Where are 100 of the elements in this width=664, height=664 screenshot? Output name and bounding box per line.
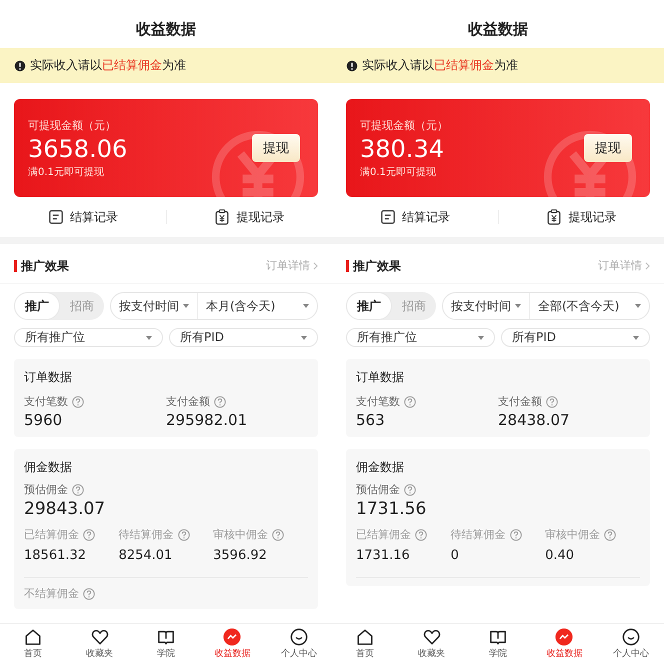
metric-value: 29843.07 (24, 499, 106, 519)
record-link[interactable]: 结算记录 (0, 208, 166, 226)
metric-label: 支付笔数 (24, 394, 68, 409)
help-icon[interactable] (214, 396, 226, 408)
metric-value: 295982.01 (166, 411, 248, 429)
metric-label: 不结算佣金 (24, 586, 79, 601)
book-icon (489, 628, 508, 646)
clipboard-yen-icon (214, 209, 230, 225)
metric-label: 审核中佣金 (545, 527, 600, 542)
help-icon[interactable] (72, 484, 84, 496)
position-dropdown[interactable]: 所有推广位 (346, 328, 495, 347)
metric-label: 待结算佣金 (118, 527, 174, 542)
tab-item[interactable]: 首页 (332, 624, 398, 664)
help-icon[interactable] (415, 528, 427, 540)
position-dropdown[interactable]: 所有推广位 (14, 328, 163, 347)
caret-icon (635, 304, 641, 308)
time-mode-dropdown[interactable]: 按支付时间 (443, 293, 530, 319)
balance-note: 满0.1元即可提现 (28, 166, 105, 178)
document-icon (380, 209, 396, 225)
metric-label: 预估佣金 (356, 482, 400, 497)
help-icon[interactable] (404, 484, 416, 496)
balance-amount: 3658.06 (28, 134, 128, 164)
caret-icon (183, 304, 189, 308)
section-title: 推广效果 (346, 260, 401, 272)
heart-icon (90, 628, 109, 646)
chart-icon (223, 628, 242, 646)
metric-value: 1731.56 (356, 499, 428, 519)
balance-label: 可提现金额（元） (28, 118, 117, 132)
tab-item[interactable]: 首页 (0, 624, 66, 664)
balance-amount: 380.34 (360, 134, 445, 164)
tab-item[interactable]: 个人中心 (266, 624, 332, 664)
tab-item[interactable]: 收藏夹 (66, 624, 133, 664)
caret-icon (301, 336, 307, 340)
caret-icon (303, 304, 309, 308)
segment-tab[interactable]: 推广 (14, 292, 60, 320)
chevron-right-icon (313, 262, 318, 270)
chart-icon (555, 628, 574, 646)
metric-label: 预估佣金 (24, 482, 68, 497)
metric-label: 审核中佣金 (213, 527, 268, 542)
warning-icon (346, 60, 358, 72)
metric-label: 待结算佣金 (450, 527, 506, 542)
page-title: 收益数据 (136, 19, 196, 40)
notice-text: 实际收入请以已结算佣金为准 (30, 57, 186, 74)
metric-value: 0 (450, 548, 460, 563)
tab-item[interactable]: 收益数据 (199, 624, 266, 664)
tab-item[interactable]: 学院 (132, 624, 200, 664)
heart-icon (422, 628, 441, 646)
pid-dropdown[interactable]: 所有PID (501, 328, 650, 347)
tab-item[interactable]: 个人中心 (598, 624, 664, 664)
notice-text: 实际收入请以已结算佣金为准 (362, 57, 518, 74)
tab-item[interactable]: 收益数据 (531, 624, 598, 664)
record-link[interactable]: 提现记录 (498, 208, 664, 226)
help-icon[interactable] (404, 396, 416, 408)
chevron-right-icon (645, 262, 650, 270)
caret-icon (515, 304, 521, 308)
help-icon[interactable] (83, 528, 95, 540)
time-range-dropdown[interactable]: 本月(含今天) (198, 293, 317, 319)
home-icon (24, 628, 42, 646)
time-mode-dropdown[interactable]: 按支付时间 (111, 293, 198, 319)
tab-item[interactable]: 收藏夹 (398, 624, 465, 664)
caret-icon (146, 336, 152, 340)
metric-value: 0.40 (545, 548, 576, 563)
metric-value: 1731.16 (356, 548, 411, 563)
help-icon[interactable] (72, 396, 84, 408)
segment-tab[interactable]: 推广 (346, 292, 392, 320)
record-link[interactable]: 提现记录 (166, 208, 332, 226)
clipboard-yen-icon (546, 209, 562, 225)
balance-label: 可提现金额（元） (360, 118, 448, 132)
help-icon[interactable] (604, 528, 616, 540)
page-title: 收益数据 (468, 19, 528, 40)
metric-value: 28438.07 (498, 411, 571, 429)
card-title: 佣金数据 (24, 459, 73, 476)
record-link[interactable]: 结算记录 (332, 208, 498, 226)
pid-dropdown[interactable]: 所有PID (169, 328, 318, 347)
section-title: 推广效果 (14, 260, 69, 272)
help-icon[interactable] (272, 528, 284, 540)
metric-value: 3596.92 (213, 548, 268, 563)
metric-value: 18561.32 (24, 548, 88, 563)
smiley-icon (622, 628, 640, 646)
balance-note: 满0.1元即可提现 (360, 166, 437, 178)
help-icon[interactable] (510, 528, 522, 540)
metric-label: 已结算佣金 (356, 527, 411, 542)
time-range-dropdown[interactable]: 全部(不含今天) (530, 293, 649, 319)
book-icon (157, 628, 176, 646)
warning-icon (14, 60, 26, 72)
caret-icon (633, 336, 639, 340)
smiley-icon (290, 628, 308, 646)
tab-item[interactable]: 学院 (464, 624, 532, 664)
metric-label: 支付金额 (498, 394, 542, 409)
card-title: 佣金数据 (356, 459, 405, 476)
withdraw-button[interactable]: 提现 (584, 134, 632, 162)
help-icon[interactable] (83, 588, 95, 600)
withdraw-button[interactable]: 提现 (252, 134, 300, 162)
card-title: 订单数据 (24, 369, 73, 386)
document-icon (48, 209, 64, 225)
home-icon (356, 628, 374, 646)
card-title: 订单数据 (356, 369, 405, 386)
help-icon[interactable] (546, 396, 558, 408)
metric-value: 5960 (24, 411, 64, 429)
help-icon[interactable] (178, 528, 190, 540)
